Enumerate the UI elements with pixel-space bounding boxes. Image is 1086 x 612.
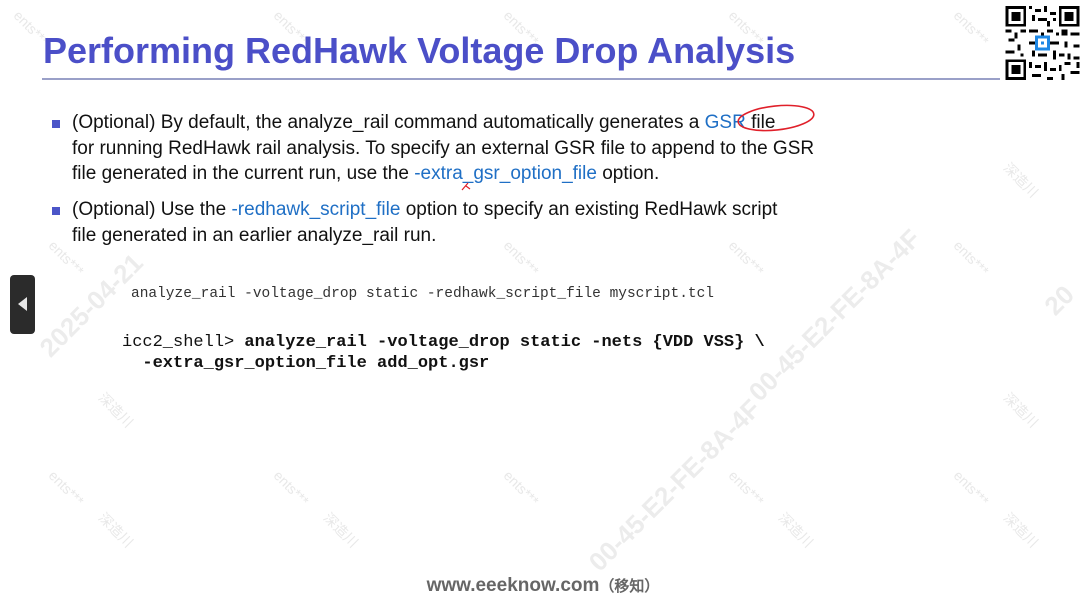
slide-title: Performing RedHawk Voltage Drop Analysis — [43, 30, 796, 71]
watermark: 20 — [1038, 279, 1080, 321]
gsr-keyword: GSR — [704, 112, 746, 133]
text-span: option to specify an existing RedHawk sc… — [400, 199, 778, 220]
text-span: file generated in the current run, use t… — [72, 163, 415, 184]
text-span: option. — [596, 163, 660, 184]
bullet-marker — [52, 207, 60, 215]
watermark: 深造川 — [95, 389, 137, 431]
bullet-1-line-2: for running RedHawk rail analysis. To sp… — [72, 137, 815, 159]
pen-annotation — [461, 104, 815, 191]
watermark: ents*** — [270, 467, 313, 509]
text-span: file — [745, 112, 776, 133]
bullet-text-1: (Optional) By default, the analyze_rail … — [72, 110, 892, 187]
watermark: 深造川 — [1000, 509, 1042, 551]
text-span: (Optional) By default, the analyze_rail … — [72, 112, 705, 133]
bullet-1-line-1: (Optional) By default, the analyze_rail … — [72, 110, 892, 136]
watermark: ents*** — [950, 7, 993, 49]
bullet-2-line-2: file generated in an earlier analyze_rai… — [72, 224, 437, 246]
watermark: 深造川 — [775, 509, 817, 551]
bullet-2-line-1: (Optional) Use the -redhawk_script_file … — [72, 197, 892, 223]
bullet-1-line-3: file generated in the current run, use t… — [72, 161, 892, 187]
watermark: ents*** — [45, 467, 88, 509]
site-url: www.eeeknow.com — [426, 575, 600, 596]
watermark: ents*** — [500, 467, 543, 509]
text-span: (Optional) Use the — [72, 199, 232, 220]
shell-command-line-1: analyze_rail -voltage_drop static -nets … — [244, 333, 765, 352]
bullet-text-2: (Optional) Use the -redhawk_script_file … — [72, 197, 892, 248]
slide: ents*** ents*** ents*** ents*** ents*** … — [0, 0, 1086, 612]
watermark: ents*** — [950, 467, 993, 509]
triangle-left-icon — [18, 297, 27, 311]
watermark: ents*** — [950, 237, 993, 279]
shell-prompt: icc2_shell> — [122, 333, 245, 352]
watermark: 深造川 — [95, 509, 137, 551]
watermark: 深造川 — [320, 509, 362, 551]
extra-gsr-option-keyword: -extra_gsr_option_file — [414, 163, 597, 184]
watermark: 00-45-E2-FE-8A-4F — [742, 223, 927, 407]
title-divider — [42, 78, 1000, 80]
previous-slide-button[interactable] — [10, 275, 35, 334]
watermark: 深造川 — [1000, 389, 1042, 431]
watermark: ents*** — [725, 467, 768, 509]
shell-command-line-2: -extra_gsr_option_file add_opt.gsr — [122, 354, 490, 373]
code-example-script: analyze_rail -voltage_drop static -redha… — [131, 286, 714, 302]
bullet-marker — [52, 120, 60, 128]
redhawk-script-keyword: -redhawk_script_file — [231, 199, 401, 220]
code-example-shell: icc2_shell> analyze_rail -voltage_drop s… — [122, 332, 765, 374]
watermark: 深造川 — [1000, 159, 1042, 201]
watermark: 00-45-E2-FE-8A-4F — [582, 393, 767, 577]
site-name-cn: （移知） — [599, 578, 660, 595]
qr-code-image — [1005, 6, 1080, 80]
footer-site: www.eeeknow.com（移知） — [0, 575, 1086, 597]
